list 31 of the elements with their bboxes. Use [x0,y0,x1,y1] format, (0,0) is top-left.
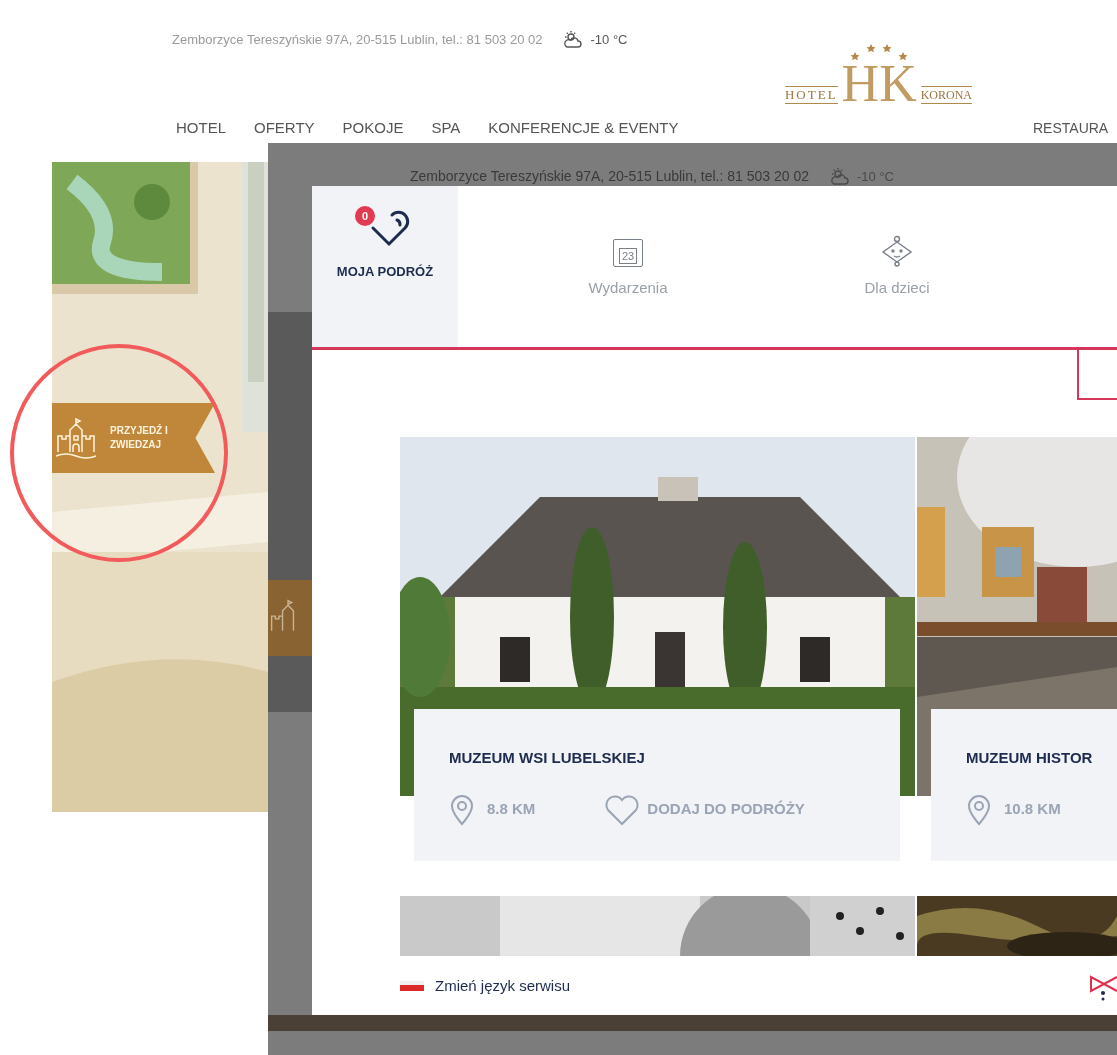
stars-icon [848,44,909,60]
ribbon-text: PRZYJEDŹ I ZWIEDZAJ [110,424,168,452]
temperature-text: -10 °C [590,31,628,50]
nav-link[interactable]: KONFERENCJE & EVENTY [488,117,679,140]
distance-text: 8.8 KM [487,799,536,820]
nav-link[interactable]: SPA [431,117,461,140]
tab[interactable]: 0 MOJA PODRÓŻ [312,186,458,347]
castle-icon [54,416,98,460]
address-text: Zemborzyce Tereszyńskie 97A, 20-515 Lublin, tel.: 81 503 20 02 [172,31,543,50]
nav-link[interactable]: OFERTY [254,117,315,140]
weather-icon [829,166,851,187]
location-pin-icon [449,793,475,826]
place-card[interactable]: MUZEUM WSI LUBELSKIEJ 8.8 KM DODAJ DO PODRÓŻY [414,709,900,861]
weather-icon [562,30,585,50]
logo-text: KORONA [920,86,973,104]
nav-link[interactable]: RESTAURA [1033,118,1109,139]
baby-face-icon [880,235,914,267]
address-text: Zemborzyce Tereszyńskie 97A, 20-515 Lublin, tel.: 81 503 20 02 [410,167,809,186]
place-name: MUZEUM HISTOR [966,748,1094,768]
place-card[interactable]: MUZEUM HISTOR 10.8 KM [931,709,1117,861]
logo-text: HOTEL [784,86,838,104]
nav-link[interactable]: HOTEL [176,117,226,140]
flag-icon [400,981,424,991]
nav-link[interactable]: POKOJE [342,117,404,140]
place-name: MUZEUM WSI LUBELSKIEJ [449,748,646,768]
count-badge: 0 [355,206,375,226]
location-pin-icon [966,793,992,826]
language-link[interactable]: Zmień język serwisu [435,974,571,998]
calendar-icon: 23 [613,239,643,267]
distance-text: 10.8 KM [1004,799,1061,820]
logo-monogram: HK [841,58,917,110]
